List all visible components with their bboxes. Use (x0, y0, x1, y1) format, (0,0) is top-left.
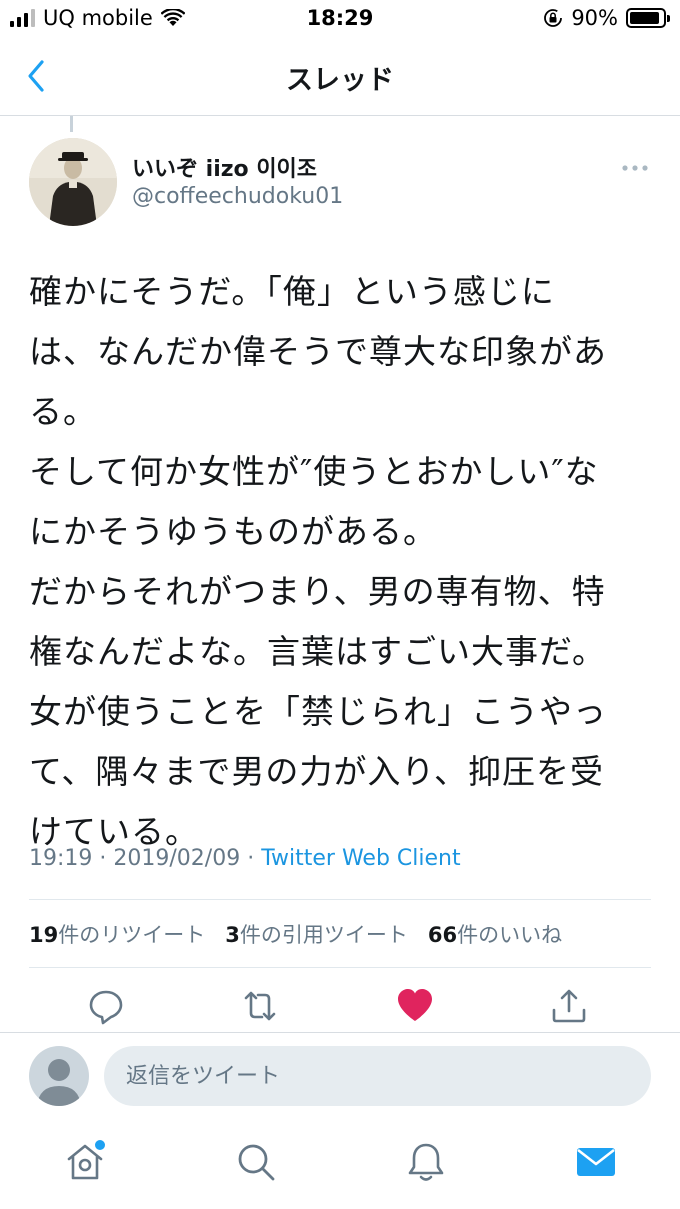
battery-percent: 90% (571, 6, 618, 30)
heart-icon[interactable] (395, 986, 435, 1026)
meta-separator: · (99, 846, 107, 871)
likes-stat[interactable]: 66件のいいね (428, 919, 562, 949)
retweet-icon[interactable] (240, 986, 280, 1026)
retweets-count: 19 (29, 923, 59, 947)
tweet-text: 確かにそうだ。「俺」という感じに は、なんだか偉そうで尊大な印象があ る。 そし… (29, 262, 654, 862)
reply-input[interactable] (104, 1046, 651, 1106)
retweets-stat[interactable]: 19件のリツイート (29, 919, 205, 949)
tweet-date: 2019/02/09 (113, 846, 241, 871)
battery-fill (630, 12, 659, 24)
tweet-actions (0, 980, 680, 1032)
reply-box[interactable] (104, 1046, 651, 1106)
battery-icon (626, 8, 670, 28)
meta-separator: · (247, 846, 255, 871)
tweet-text-line: 女が使うことを「禁じられ」こうやっ (29, 692, 607, 731)
more-options-icon[interactable] (620, 160, 650, 176)
user-handle[interactable]: @coffeechudoku01 (132, 184, 343, 209)
likes-count: 66 (427, 923, 458, 947)
likes-label: 件のいいね (457, 923, 563, 947)
divider (0, 1032, 680, 1033)
quotes-stat[interactable]: 3件の引用ツイート (225, 919, 408, 949)
avatar-photo (29, 138, 117, 226)
tab-bar (0, 1128, 680, 1209)
tweet-text-line: だからそれがつまり、男の専有物、特 (29, 572, 606, 611)
thread-line (70, 116, 73, 132)
tweet-time: 19:19 (29, 846, 93, 871)
tweet-text-line: にかそうゆうものがある。 (29, 512, 437, 551)
home-icon[interactable] (63, 1140, 107, 1184)
reply-icon[interactable] (86, 986, 126, 1026)
status-right: 90% (543, 6, 670, 30)
tweet-text-line: そして何か女性が″使うとおかしい″な (29, 452, 599, 491)
retweets-label: 件のリツイート (58, 923, 206, 947)
tweet-text-line: 権なんだよな。言葉はすごい大事だ。 (29, 632, 607, 671)
quotes-label: 件の引用ツイート (239, 923, 408, 947)
display-name[interactable]: いいぞ iizo 이이조 (132, 151, 317, 183)
rotation-lock-icon (544, 9, 563, 27)
tweet-text-line: 確かにそうだ。「俺」という感じに (29, 272, 555, 311)
divider (29, 967, 651, 968)
tweet-meta: 19:19 · 2019/02/09 · Twitter Web Client (29, 846, 461, 871)
tweet-text-line: は、なんだか偉そうで尊大な印象があ (29, 332, 607, 371)
search-icon[interactable] (234, 1140, 278, 1184)
nav-header: スレッド (0, 38, 680, 116)
reply-avatar (29, 1046, 89, 1106)
page-title: スレッド (286, 65, 394, 96)
status-bar: UQ mobile 18:29 90% (0, 0, 680, 38)
quotes-count: 3 (225, 923, 240, 947)
tweet-client-link[interactable]: Twitter Web Client (261, 846, 460, 871)
divider (29, 899, 651, 900)
messages-icon[interactable] (574, 1140, 618, 1184)
tweet-stats: 19件のリツイート 3件の引用ツイート 66件のいいね (29, 919, 562, 949)
notifications-icon[interactable] (404, 1140, 448, 1184)
share-icon[interactable] (549, 986, 589, 1026)
default-avatar-icon (37, 1059, 81, 1106)
tweet-text-line: て、隅々まで男の力が入り、抑圧を受 (29, 752, 605, 791)
tweet-text-line: る。 (29, 392, 97, 431)
avatar[interactable] (29, 138, 117, 226)
